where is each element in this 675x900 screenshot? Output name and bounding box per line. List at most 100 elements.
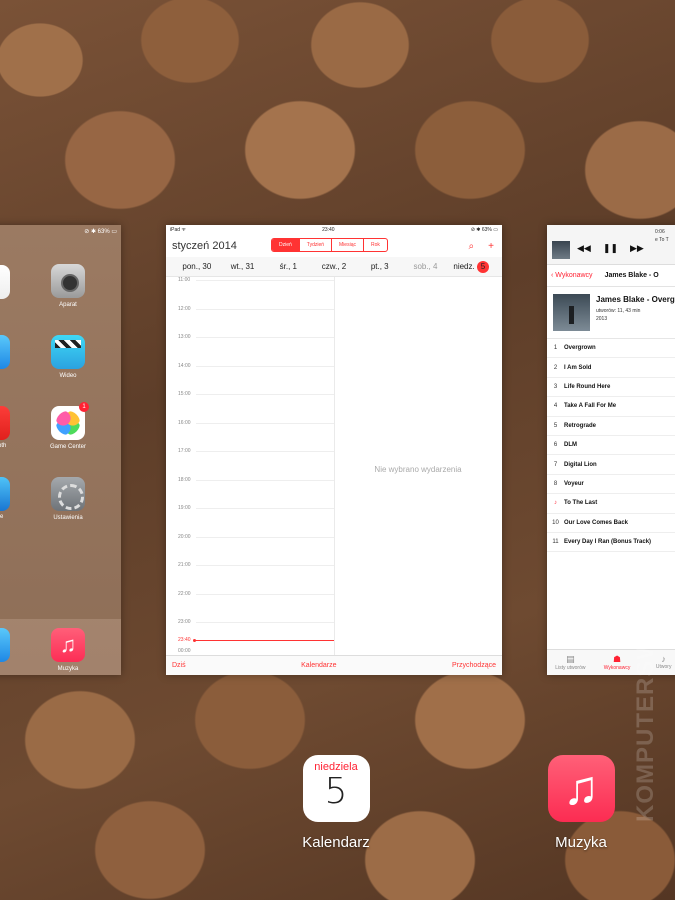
day-thu[interactable]: czw., 2 [311, 262, 357, 271]
today-badge: 5 [476, 260, 489, 273]
inbox-button[interactable]: Przychodzące [452, 662, 496, 669]
app-label: Muzyka [555, 834, 607, 851]
segment-year[interactable]: Rok [362, 239, 387, 251]
back-button[interactable]: ‹ Wykonawcy [551, 272, 593, 279]
segment-month[interactable]: Miesiąc [331, 239, 363, 251]
track-row[interactable]: 8 Voyeur [547, 475, 675, 495]
track-title: Overgrown [564, 345, 596, 352]
album-meta: utworów: 11, 43 min 2013 [596, 307, 640, 323]
hour-label: 00:00 [178, 648, 191, 654]
previous-track-icon[interactable]: ◀◀ [577, 243, 591, 254]
partial-app-icon[interactable] [0, 628, 10, 662]
app-music-dock[interactable]: ♫ Muzyka [43, 628, 93, 672]
track-row[interactable]: 11 Every Day I Ran (Bonus Track) [547, 533, 675, 553]
track-title: Our Love Comes Back [564, 519, 629, 526]
add-icon[interactable]: + [488, 241, 494, 252]
partial-app-icon[interactable] [0, 265, 10, 299]
hour-gridline [196, 508, 334, 509]
partial-app-label: e [0, 514, 4, 520]
app-label: Game Center [49, 444, 86, 450]
track-row[interactable]: 1 Overgrown [547, 339, 675, 359]
playlist-icon: ▤ [566, 654, 575, 664]
today-button[interactable]: Dziś [172, 662, 186, 669]
app-camera[interactable]: Aparat [43, 264, 93, 308]
app-label: Ustawienia [53, 515, 83, 521]
search-icon[interactable]: ⌕ [469, 241, 475, 252]
day-sat[interactable]: sob., 4 [403, 262, 449, 271]
track-title: DLM [564, 442, 577, 449]
status-carrier: iPad ᯤ [170, 227, 186, 233]
switcher-app-music[interactable]: ♫ Muzyka [541, 755, 621, 851]
track-row[interactable]: 6 DLM [547, 436, 675, 456]
partial-app-icon[interactable] [0, 406, 10, 440]
day-wed[interactable]: śr., 1 [265, 262, 311, 271]
toolbar-icons: ⌕ + [469, 241, 494, 252]
partial-app-label: oth [0, 443, 7, 449]
day-sun[interactable]: niedz. 5 [448, 260, 494, 273]
hour-label: 12:00 [178, 305, 191, 312]
switcher-app-calendar[interactable]: niedziela 5 Kalendarz [296, 755, 376, 851]
track-row[interactable]: 10 Our Love Comes Back [547, 514, 675, 533]
hour-label: 18:00 [178, 476, 191, 483]
hour-gridline [196, 565, 334, 566]
track-number: 8 [553, 480, 558, 487]
hour-label: 23:00 [178, 619, 191, 625]
hour-label: 14:00 [178, 362, 191, 369]
hour-label: 17:00 [178, 448, 191, 454]
track-row[interactable]: 5 Retrograde [547, 417, 675, 436]
day-fri[interactable]: pt., 3 [357, 262, 403, 271]
tab-playlists[interactable]: ▤ Listy utworów [547, 650, 594, 675]
calendar-icon-day-number: 5 [324, 771, 348, 812]
day-mon[interactable]: pon., 30 [174, 262, 220, 271]
dock: ♫ Muzyka [0, 619, 121, 675]
track-row[interactable]: 2 I Am Sold [547, 358, 675, 378]
album-header: James Blake - Overgr utworów: 11, 43 min… [547, 287, 675, 339]
next-track-icon[interactable]: ▶▶ [630, 243, 644, 254]
track-row[interactable]: 7 Digital Lion [547, 455, 675, 475]
hour-gridline [196, 394, 334, 395]
album-track-count: utworów: 11, 43 min [596, 308, 641, 314]
track-title: I Am Sold [564, 364, 592, 371]
hour-label: 21:00 [178, 562, 191, 568]
track-row-playing[interactable]: ♪ To The Last [547, 494, 675, 514]
track-title: Digital Lion [564, 461, 597, 468]
track-number: 5 [553, 422, 558, 429]
segment-week[interactable]: Tydzień [298, 239, 331, 251]
track-number: 10 [552, 519, 559, 526]
video-icon [51, 335, 85, 369]
current-time-line [194, 640, 334, 641]
game-center-icon: 1 [51, 402, 89, 440]
track-number: 7 [553, 461, 558, 468]
hour-label: 19:00 [178, 505, 191, 511]
hour-gridline [196, 308, 334, 310]
app-game-center[interactable]: 1 Game Center [43, 402, 93, 450]
track-list: 1 Overgrown 2 I Am Sold 3 Life Round Here 4… [547, 339, 675, 553]
player-bar: ◀◀ ❚❚ ▶▶ 0:06 e To T [547, 225, 675, 265]
partial-app-icon[interactable] [0, 335, 10, 369]
track-title: Voyeur [564, 480, 584, 487]
hour-label: 22:00 [178, 590, 191, 597]
home-screen-card[interactable]: ⊘ ✱ 63% ▭ oth e Aparat Wideo 1 Game Cent… [0, 225, 121, 675]
app-video[interactable]: Wideo [43, 335, 93, 379]
segment-day[interactable]: Dzień [272, 239, 299, 251]
app-settings[interactable]: Ustawienia [43, 477, 93, 521]
day-tue[interactable]: wt., 31 [220, 262, 266, 271]
now-playing-artwork [552, 241, 570, 259]
day-sun-label: niedz. [453, 261, 475, 271]
pause-icon[interactable]: ❚❚ [603, 243, 618, 254]
status-battery: ⊘ ✱ 63% ▭ [470, 227, 498, 233]
hour-label: 11:00 [178, 277, 191, 283]
partial-app-icon[interactable] [0, 477, 10, 511]
track-row[interactable]: 3 Life Round Here [547, 378, 675, 398]
tab-label: Listy utworów [555, 665, 586, 671]
track-row[interactable]: 4 Take A Fall For Me [547, 397, 675, 417]
view-segmented-control: Dzień Tydzień Miesiąc Rok [271, 238, 388, 252]
hour-gridline [196, 280, 334, 281]
track-title: Retrograde [564, 422, 597, 429]
track-number: 4 [553, 403, 558, 410]
app-label: Wideo [59, 373, 77, 379]
calendars-button[interactable]: Kalendarze [301, 662, 336, 669]
track-title: Every Day I Ran (Bonus Track) [564, 539, 652, 546]
calendar-app-card[interactable]: iPad ᯤ 23:40 ⊘ ✱ 63% ▭ styczeń 2014 Dzie… [166, 225, 502, 675]
now-playing-title: e To T [655, 237, 669, 243]
